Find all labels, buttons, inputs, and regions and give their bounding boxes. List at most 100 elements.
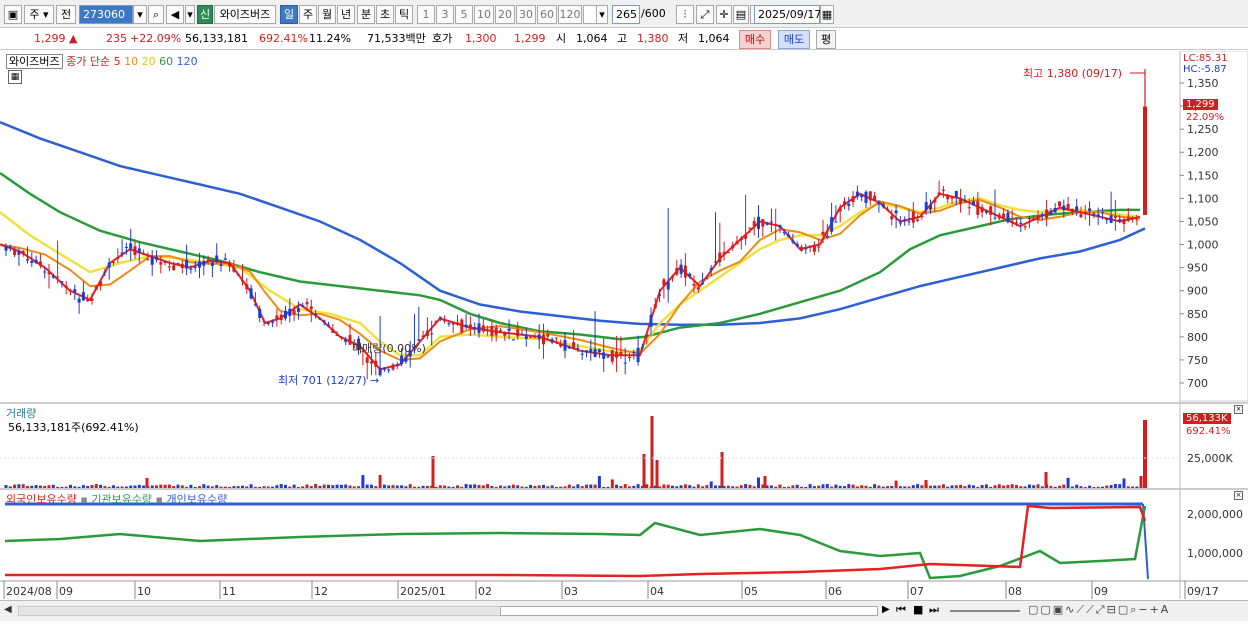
count-input[interactable]: 265 (612, 5, 640, 24)
tab-year[interactable]: 년 (337, 5, 355, 24)
volume-bar (984, 484, 988, 488)
calendar-icon[interactable]: ▦ (820, 5, 834, 24)
forward-icon[interactable]: ⏭ (929, 603, 939, 617)
candle-body (434, 321, 438, 323)
avg-button[interactable]: 평 (816, 30, 836, 49)
stock-code-input[interactable]: 273060 (79, 5, 133, 24)
search-icon[interactable]: ⌕ (148, 5, 164, 24)
candle-body (821, 231, 825, 235)
holdings-axis-top: 2,000,000 (1187, 508, 1243, 521)
speaker-dropdown-icon[interactable]: ▾ (185, 5, 195, 24)
interval-20[interactable]: 20 (495, 5, 515, 24)
mode-button[interactable]: 전 (56, 5, 76, 24)
volume-bar (610, 479, 614, 488)
volume-bar (1032, 485, 1036, 488)
chart-svg[interactable]: 1,3501,3001,2501,2001,1501,1001,0501,000… (0, 50, 1248, 621)
candle-body (198, 261, 201, 268)
volume-bar (202, 484, 206, 488)
volume-bar (296, 486, 300, 488)
legend-individual[interactable]: 개인보유수량 (167, 493, 228, 506)
legend-institution[interactable]: 기관보유수량 (91, 493, 152, 506)
candle-body (494, 327, 498, 336)
trade-note: 매매량(0.00%) (352, 342, 426, 355)
candle-body (400, 355, 404, 365)
table-icon[interactable]: ▦ (8, 70, 22, 84)
interval-1[interactable]: 1 (417, 5, 435, 24)
candle-body (963, 199, 967, 201)
foreign-line (5, 504, 1147, 578)
sell-button[interactable]: 매도 (778, 30, 810, 49)
volume-bar (619, 486, 623, 488)
volume-bar (318, 485, 322, 488)
price-tick-label: 750 (1187, 354, 1208, 367)
code-dropdown-icon[interactable]: ▾ (133, 5, 147, 24)
volume-bar (1131, 486, 1135, 488)
chart-area[interactable]: 1,3501,3001,2501,2001,1501,1001,0501,000… (0, 50, 1248, 621)
volume-bar (241, 485, 244, 488)
legend-foreign[interactable]: 외국인보유수량 (6, 493, 77, 506)
interval-5[interactable]: 5 (455, 5, 473, 24)
speaker-icon[interactable]: ◀ (166, 5, 184, 24)
volume-bar (834, 484, 838, 488)
interval-10[interactable]: 10 (474, 5, 494, 24)
interval-3[interactable]: 3 (436, 5, 454, 24)
holdings-close-icon[interactable]: × (1234, 491, 1243, 500)
volume-bar (886, 486, 889, 488)
candle-body (843, 201, 846, 206)
candle-body (877, 202, 881, 205)
interval-60[interactable]: 60 (537, 5, 557, 24)
volume-bar (606, 486, 610, 488)
stock-name-label[interactable]: 와이즈버즈 (214, 5, 276, 24)
volume-bar (795, 484, 799, 488)
rewind-icon[interactable]: ⏮ (896, 603, 906, 617)
volume-bar (503, 486, 507, 488)
interval-30[interactable]: 30 (516, 5, 536, 24)
tab-minute[interactable]: 분 (357, 5, 375, 24)
volume-bar (1062, 484, 1066, 488)
volume-bar (929, 485, 932, 488)
tab-second[interactable]: 초 (376, 5, 394, 24)
volume-bar (709, 481, 713, 488)
candle-body (554, 337, 558, 339)
tab-week[interactable]: 주 (299, 5, 317, 24)
scroll-thumb[interactable] (500, 606, 878, 616)
volume-close-icon[interactable]: × (1234, 405, 1243, 414)
tab-tick[interactable]: 틱 (395, 5, 413, 24)
period-select[interactable]: 주 ▾ (24, 5, 54, 24)
volume-bar (473, 484, 477, 488)
date-input[interactable]: 2025/09/17 (754, 5, 821, 24)
crosshair-icon[interactable]: ✛ (716, 5, 732, 24)
volume-bar (692, 486, 696, 488)
volume-bar (782, 486, 786, 488)
buy-button[interactable]: 매수 (739, 30, 771, 49)
candle-type-icon[interactable]: ⫶ (676, 5, 694, 24)
high-annotation: 최고 1,380 (09/17) (1023, 67, 1123, 80)
scroll-left-icon[interactable]: ◀ (4, 604, 12, 615)
candle-body (778, 225, 782, 228)
speed-slider[interactable] (950, 610, 1020, 612)
lc-value: LC:85.31 (1183, 53, 1228, 64)
tab-month[interactable]: 월 (318, 5, 336, 24)
volume-bar (554, 486, 558, 488)
candle-body (1126, 217, 1130, 221)
volume-bar (1109, 485, 1113, 488)
candle-body (984, 210, 988, 213)
volume-bar (447, 486, 451, 488)
candle-body (597, 349, 601, 353)
candle-body (107, 262, 111, 268)
interval-120[interactable]: 120 (558, 5, 582, 24)
tab-day[interactable]: 일 (280, 5, 298, 24)
scroll-right-icon[interactable]: ▶ (882, 604, 890, 615)
draw-tool-icon[interactable]: ⤢ (696, 5, 714, 24)
candle-body (1002, 213, 1006, 218)
candle-body (468, 324, 472, 329)
layout-icon[interactable]: ▣ (4, 5, 22, 24)
save-icon[interactable]: ▤ (733, 5, 749, 24)
stop-icon[interactable]: ■ (913, 603, 923, 616)
volume-bar (387, 485, 391, 488)
volume-bar (593, 484, 597, 488)
interval-dropdown-icon[interactable]: ▾ (596, 5, 608, 24)
volume-bar (400, 485, 404, 488)
draw-tools-icons[interactable]: ▢▢▣∿⟋⟋⤢⊟▢⌕−+A (1028, 603, 1170, 617)
legend-stock-name[interactable]: 와이즈버즈 (6, 54, 63, 69)
